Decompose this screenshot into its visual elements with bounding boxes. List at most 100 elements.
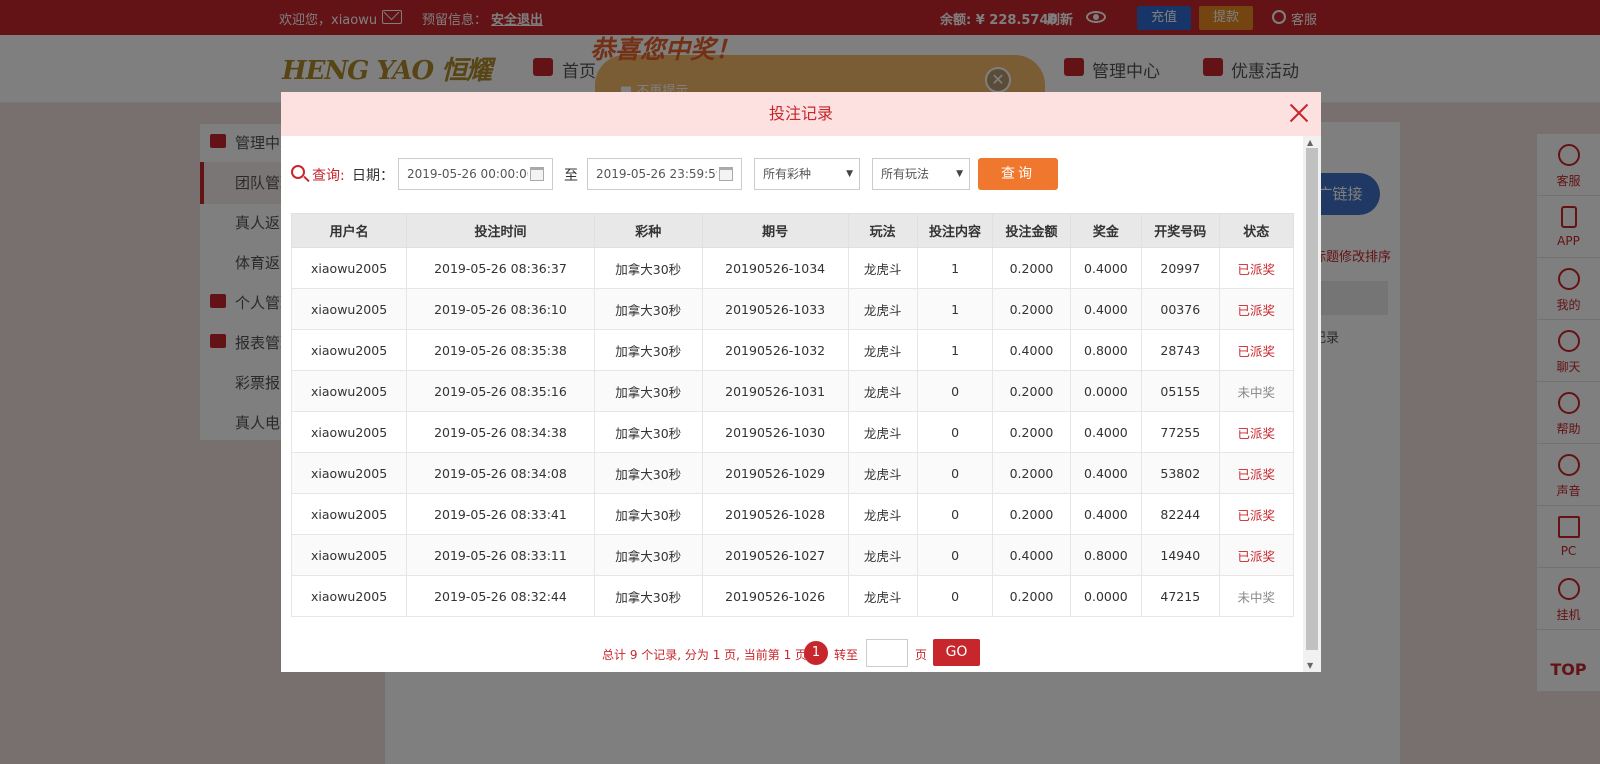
column-header-bet-amount: 投注金额	[992, 213, 1071, 248]
column-header-issue: 期号	[701, 213, 849, 248]
cell-lottery: 加拿大30秒	[593, 288, 703, 330]
close-icon[interactable]	[1287, 101, 1311, 125]
query-bar: 查询: 日期： 至 所有彩种 ▼ 所有玩法 ▼ 查询	[291, 158, 1301, 190]
cell-status: 已派奖	[1218, 534, 1295, 576]
cell-prize: 0.0000	[1069, 575, 1143, 617]
table-row[interactable]: xiaowu2005 2019-05-26 08:32:44 加拿大30秒 20190…	[290, 575, 1295, 617]
cell-prize: 0.4000	[1069, 493, 1143, 535]
calendar-icon[interactable]	[530, 167, 544, 181]
table-row[interactable]: xiaowu2005 2019-05-26 08:35:16 加拿大30秒 20190…	[290, 370, 1295, 412]
cell-bet-time: 2019-05-26 08:36:10	[406, 288, 595, 330]
cell-issue: 20190526-1026	[701, 575, 849, 617]
column-header-status: 状态	[1218, 213, 1295, 248]
cell-bet-content: 0	[916, 575, 994, 617]
table-row[interactable]: xiaowu2005 2019-05-26 08:35:38 加拿大30秒 20190…	[290, 329, 1295, 371]
cell-lottery: 加拿大30秒	[593, 329, 703, 371]
cell-bet-content: 0	[916, 452, 994, 494]
cell-bet-time: 2019-05-26 08:33:41	[406, 493, 595, 535]
bet-record-modal: 投注记录 查询: 日期： 至 所有彩种 ▼ 所有玩法 ▼ 查询 用户名投注时间彩…	[281, 92, 1321, 672]
cell-issue: 20190526-1030	[701, 411, 849, 453]
scroll-up-icon[interactable]: ▲	[1307, 138, 1313, 147]
cell-bet-time: 2019-05-26 08:33:11	[406, 534, 595, 576]
cell-bet-time: 2019-05-26 08:32:44	[406, 575, 595, 617]
cell-play: 龙虎斗	[847, 411, 918, 453]
cell-status: 未中奖	[1218, 370, 1295, 412]
scrollbar[interactable]: ▲ ▼	[1303, 136, 1321, 672]
cell-play: 龙虎斗	[847, 452, 918, 494]
cell-lottery: 加拿大30秒	[593, 411, 703, 453]
cell-draw-number: 05155	[1141, 370, 1220, 412]
cell-bet-amount: 0.2000	[992, 452, 1071, 494]
column-header-bet-content: 投注内容	[916, 213, 994, 248]
column-header-username: 用户名	[290, 213, 408, 248]
to-label: 至	[564, 168, 578, 184]
cell-lottery: 加拿大30秒	[593, 493, 703, 535]
search-icon	[291, 165, 305, 179]
cell-prize: 0.0000	[1069, 370, 1143, 412]
cell-issue: 20190526-1032	[701, 329, 849, 371]
page-number-1[interactable]: 1	[804, 641, 828, 665]
cell-bet-amount: 0.2000	[992, 288, 1071, 330]
table-row[interactable]: xiaowu2005 2019-05-26 08:36:37 加拿大30秒 20190…	[290, 247, 1295, 289]
cell-bet-time: 2019-05-26 08:34:08	[406, 452, 595, 494]
cell-status: 已派奖	[1218, 493, 1295, 535]
cell-issue: 20190526-1027	[701, 534, 849, 576]
table-row[interactable]: xiaowu2005 2019-05-26 08:33:11 加拿大30秒 20190…	[290, 534, 1295, 576]
cell-draw-number: 53802	[1141, 452, 1220, 494]
cell-draw-number: 00376	[1141, 288, 1220, 330]
cell-bet-amount: 0.4000	[992, 534, 1071, 576]
go-button[interactable]: GO	[933, 639, 980, 666]
cell-prize: 0.8000	[1069, 534, 1143, 576]
cell-status: 已派奖	[1218, 411, 1295, 453]
table-row[interactable]: xiaowu2005 2019-05-26 08:34:08 加拿大30秒 20190…	[290, 452, 1295, 494]
cell-issue: 20190526-1029	[701, 452, 849, 494]
table-row[interactable]: xiaowu2005 2019-05-26 08:34:38 加拿大30秒 20190…	[290, 411, 1295, 453]
table-row[interactable]: xiaowu2005 2019-05-26 08:36:10 加拿大30秒 20190…	[290, 288, 1295, 330]
cell-prize: 0.4000	[1069, 411, 1143, 453]
cell-prize: 0.4000	[1069, 452, 1143, 494]
goto-label: 转至	[834, 648, 859, 662]
bet-table: 用户名 投注时间 彩种 期号 玩法 投注内容 投注金额 奖金 开奖号码 状态 xiaowu2005…	[290, 213, 1295, 617]
cell-draw-number: 47215	[1141, 575, 1220, 617]
cell-prize: 0.4000	[1069, 288, 1143, 330]
cell-lottery: 加拿大30秒	[593, 575, 703, 617]
query-button[interactable]: 查询	[978, 158, 1058, 190]
chevron-down-icon: ▼	[956, 169, 963, 179]
table-row[interactable]: xiaowu2005 2019-05-26 08:33:41 加拿大30秒 20190…	[290, 493, 1295, 535]
pager-summary: 总计 9 个记录, 分为 1 页, 当前第 1 页	[602, 648, 808, 662]
cell-bet-amount: 0.4000	[992, 329, 1071, 371]
column-header-bet-time: 投注时间	[406, 213, 595, 248]
pager: 总计 9 个记录, 分为 1 页, 当前第 1 页 1 转至 页 GO	[281, 637, 1303, 669]
calendar-icon[interactable]	[719, 167, 733, 181]
cell-play: 龙虎斗	[847, 329, 918, 371]
cell-bet-content: 1	[916, 329, 994, 371]
cell-username: xiaowu2005	[290, 370, 408, 412]
cell-draw-number: 20997	[1141, 247, 1220, 289]
scroll-thumb[interactable]	[1306, 148, 1318, 650]
cell-play: 龙虎斗	[847, 288, 918, 330]
play-select-value: 所有玩法	[881, 167, 930, 181]
cell-status: 未中奖	[1218, 575, 1295, 617]
scroll-down-icon[interactable]: ▼	[1307, 661, 1313, 670]
cell-issue: 20190526-1031	[701, 370, 849, 412]
cell-issue: 20190526-1028	[701, 493, 849, 535]
goto-page-input[interactable]	[866, 639, 908, 667]
lottery-select[interactable]: 所有彩种 ▼	[754, 158, 860, 190]
cell-play: 龙虎斗	[847, 370, 918, 412]
cell-draw-number: 28743	[1141, 329, 1220, 371]
cell-bet-content: 0	[916, 534, 994, 576]
cell-lottery: 加拿大30秒	[593, 370, 703, 412]
chevron-down-icon: ▼	[846, 169, 853, 179]
column-header-lottery: 彩种	[593, 213, 703, 248]
column-header-prize: 奖金	[1069, 213, 1143, 248]
cell-bet-amount: 0.2000	[992, 247, 1071, 289]
cell-draw-number: 82244	[1141, 493, 1220, 535]
cell-bet-amount: 0.2000	[992, 411, 1071, 453]
cell-bet-amount: 0.2000	[992, 370, 1071, 412]
play-select[interactable]: 所有玩法 ▼	[872, 158, 970, 190]
cell-status: 已派奖	[1218, 329, 1295, 371]
cell-bet-content: 0	[916, 411, 994, 453]
cell-lottery: 加拿大30秒	[593, 247, 703, 289]
cell-username: xiaowu2005	[290, 493, 408, 535]
cell-username: xiaowu2005	[290, 329, 408, 371]
